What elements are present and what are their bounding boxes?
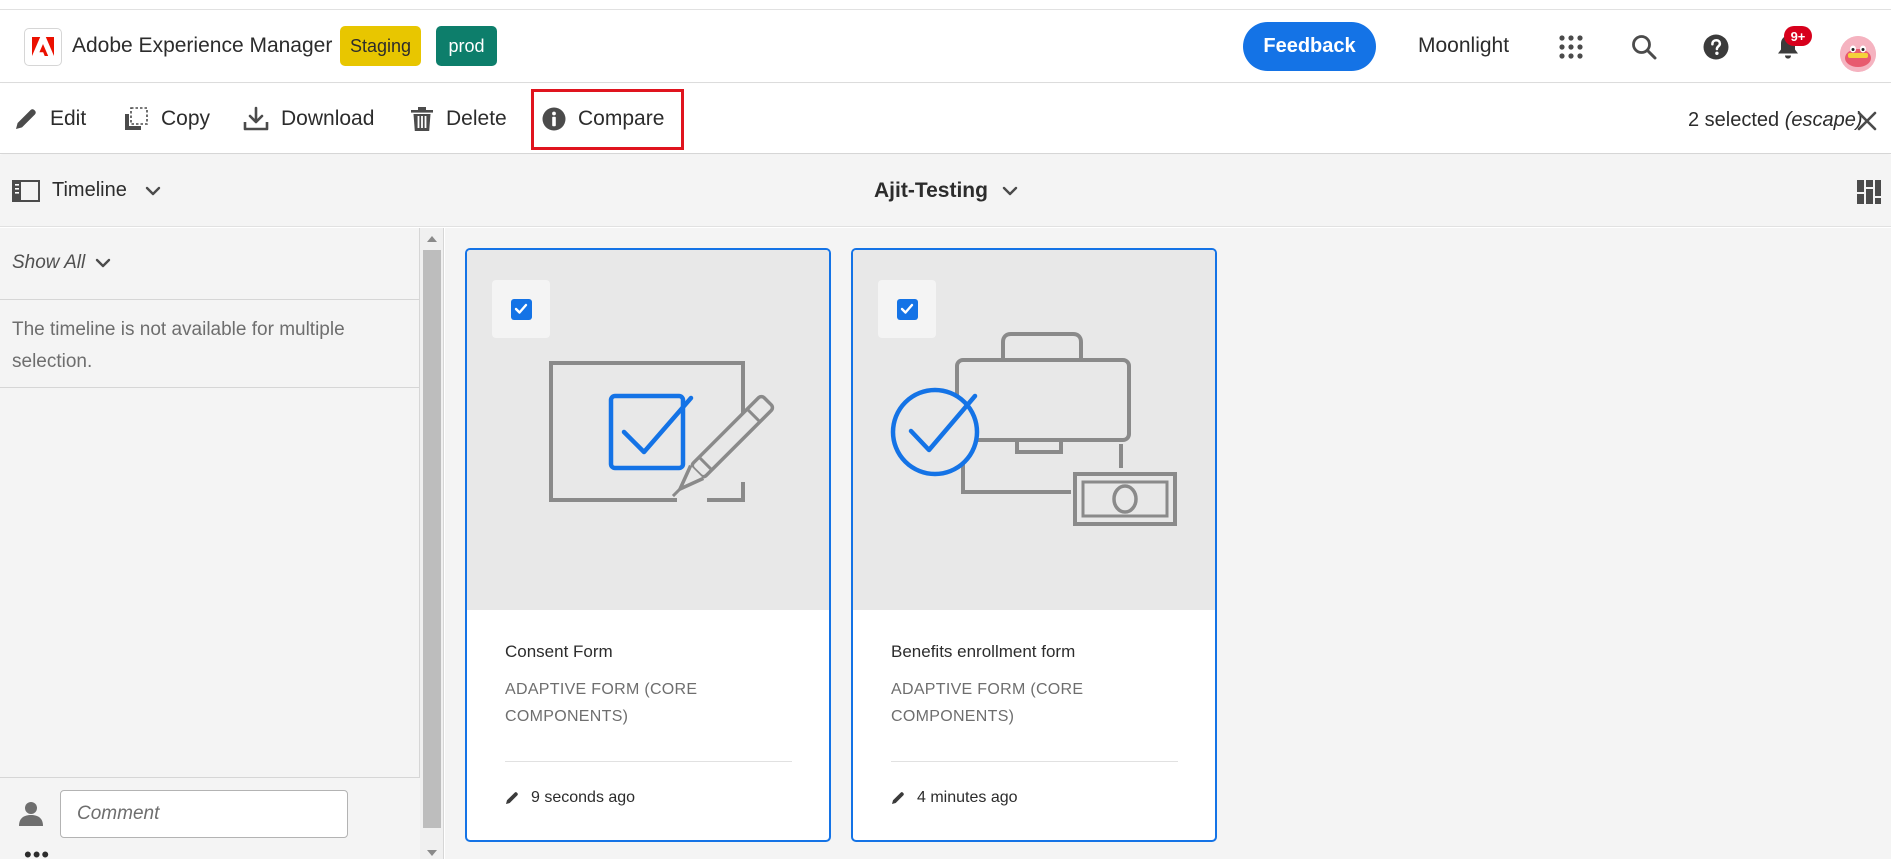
delete-label: Delete xyxy=(446,107,507,130)
card-title: Benefits enrollment form xyxy=(891,642,1076,661)
card-type: ADAPTIVE FORM (CORE COMPONENTS) xyxy=(891,681,1084,725)
avatar[interactable] xyxy=(1840,36,1876,72)
notification-count-badge: 9+ xyxy=(1784,26,1812,46)
download-label: Download xyxy=(281,107,375,130)
delete-button[interactable]: Delete xyxy=(410,101,507,137)
escape-hint: (escape) xyxy=(1784,109,1863,131)
card-thumbnail[interactable] xyxy=(853,250,1215,610)
card-checkbox[interactable] xyxy=(878,280,936,338)
download-icon xyxy=(243,106,269,131)
download-button[interactable]: Download xyxy=(243,101,374,137)
rail-label: Timeline xyxy=(52,179,127,201)
browser-top-strip xyxy=(0,0,1891,10)
checkbox-checked-icon xyxy=(510,298,532,320)
selection-count: 2 selected xyxy=(1688,109,1780,131)
card-title: Consent Form xyxy=(505,642,613,661)
checkbox-checked-icon xyxy=(896,298,918,320)
card-view-icon[interactable] xyxy=(1856,179,1882,205)
scroll-down-arrow[interactable] xyxy=(427,850,437,856)
card-modified: 4 minutes ago xyxy=(891,789,1018,807)
rail-selector[interactable]: Timeline xyxy=(12,179,161,202)
rail-panel-icon xyxy=(12,179,40,202)
pencil-icon xyxy=(892,792,904,804)
compare-button[interactable]: Compare xyxy=(542,101,664,137)
show-all-filter[interactable]: Show All xyxy=(12,252,111,274)
timeline-rail: Show All The timeline is not available f… xyxy=(0,228,420,859)
card-modified-time: 9 seconds ago xyxy=(531,789,636,806)
timeline-unavailable-message: The timeline is not available for multip… xyxy=(12,319,345,372)
app-header: Adobe Experience Manager Staging prod Fe… xyxy=(0,10,1891,83)
more-options-icon[interactable]: ••• xyxy=(24,844,50,859)
feedback-button[interactable]: Feedback xyxy=(1243,22,1376,71)
user-icon xyxy=(19,802,43,826)
chevron-down-icon xyxy=(145,186,161,195)
card-divider xyxy=(891,761,1178,762)
chevron-down-icon xyxy=(96,258,111,268)
compare-label: Compare xyxy=(578,107,665,130)
action-bar: Edit Copy Download Delete Compare 2 sele… xyxy=(0,84,1891,154)
folder-title-label: Ajit-Testing xyxy=(874,179,988,202)
rail-divider xyxy=(0,387,420,388)
info-icon xyxy=(542,107,566,131)
rail-scrollbar[interactable] xyxy=(420,228,444,859)
card-type: ADAPTIVE FORM (CORE COMPONENTS) xyxy=(505,681,698,725)
trash-icon xyxy=(411,107,433,131)
search-icon[interactable] xyxy=(1625,28,1663,66)
edit-button[interactable]: Edit xyxy=(14,101,86,137)
apps-grid-icon[interactable] xyxy=(1552,28,1590,66)
copy-button[interactable]: Copy xyxy=(123,101,210,137)
user-name[interactable]: Moonlight xyxy=(1418,34,1509,58)
folder-title[interactable]: Ajit-Testing xyxy=(874,179,1018,203)
card-body: Benefits enrollment form ADAPTIVE FORM (… xyxy=(891,642,1181,730)
app-title[interactable]: Adobe Experience Manager xyxy=(72,34,332,58)
card-thumbnail[interactable] xyxy=(467,250,829,610)
asset-card-benefits-enrollment-form[interactable]: Benefits enrollment form ADAPTIVE FORM (… xyxy=(851,248,1217,842)
close-icon[interactable] xyxy=(1856,110,1878,132)
pencil-icon xyxy=(506,792,518,804)
comment-area: ••• xyxy=(0,777,420,859)
card-divider xyxy=(505,761,792,762)
scrollbar-thumb[interactable] xyxy=(423,250,441,828)
card-checkbox[interactable] xyxy=(492,280,550,338)
copy-icon xyxy=(125,107,148,130)
chevron-down-icon xyxy=(1002,186,1018,196)
adobe-logo-icon[interactable] xyxy=(24,28,62,66)
content-area: Consent Form ADAPTIVE FORM (CORE COMPONE… xyxy=(445,228,1891,859)
sub-header: Timeline Ajit-Testing xyxy=(0,155,1891,227)
env-badge-staging: Staging xyxy=(340,26,421,66)
card-modified-time: 4 minutes ago xyxy=(917,789,1018,806)
pencil-icon xyxy=(16,109,36,129)
rail-divider xyxy=(0,299,420,300)
help-icon[interactable] xyxy=(1697,28,1735,66)
env-badge-prod: prod xyxy=(436,26,497,66)
copy-label: Copy xyxy=(161,107,211,130)
show-all-label: Show All xyxy=(12,252,86,273)
comment-input[interactable] xyxy=(60,790,348,838)
asset-card-consent-form[interactable]: Consent Form ADAPTIVE FORM (CORE COMPONE… xyxy=(465,248,831,842)
scroll-up-arrow[interactable] xyxy=(427,236,437,242)
card-modified: 9 seconds ago xyxy=(505,789,635,807)
edit-label: Edit xyxy=(50,107,87,130)
selection-status: 2 selected (escape) xyxy=(1688,109,1863,132)
card-body: Consent Form ADAPTIVE FORM (CORE COMPONE… xyxy=(505,642,795,730)
